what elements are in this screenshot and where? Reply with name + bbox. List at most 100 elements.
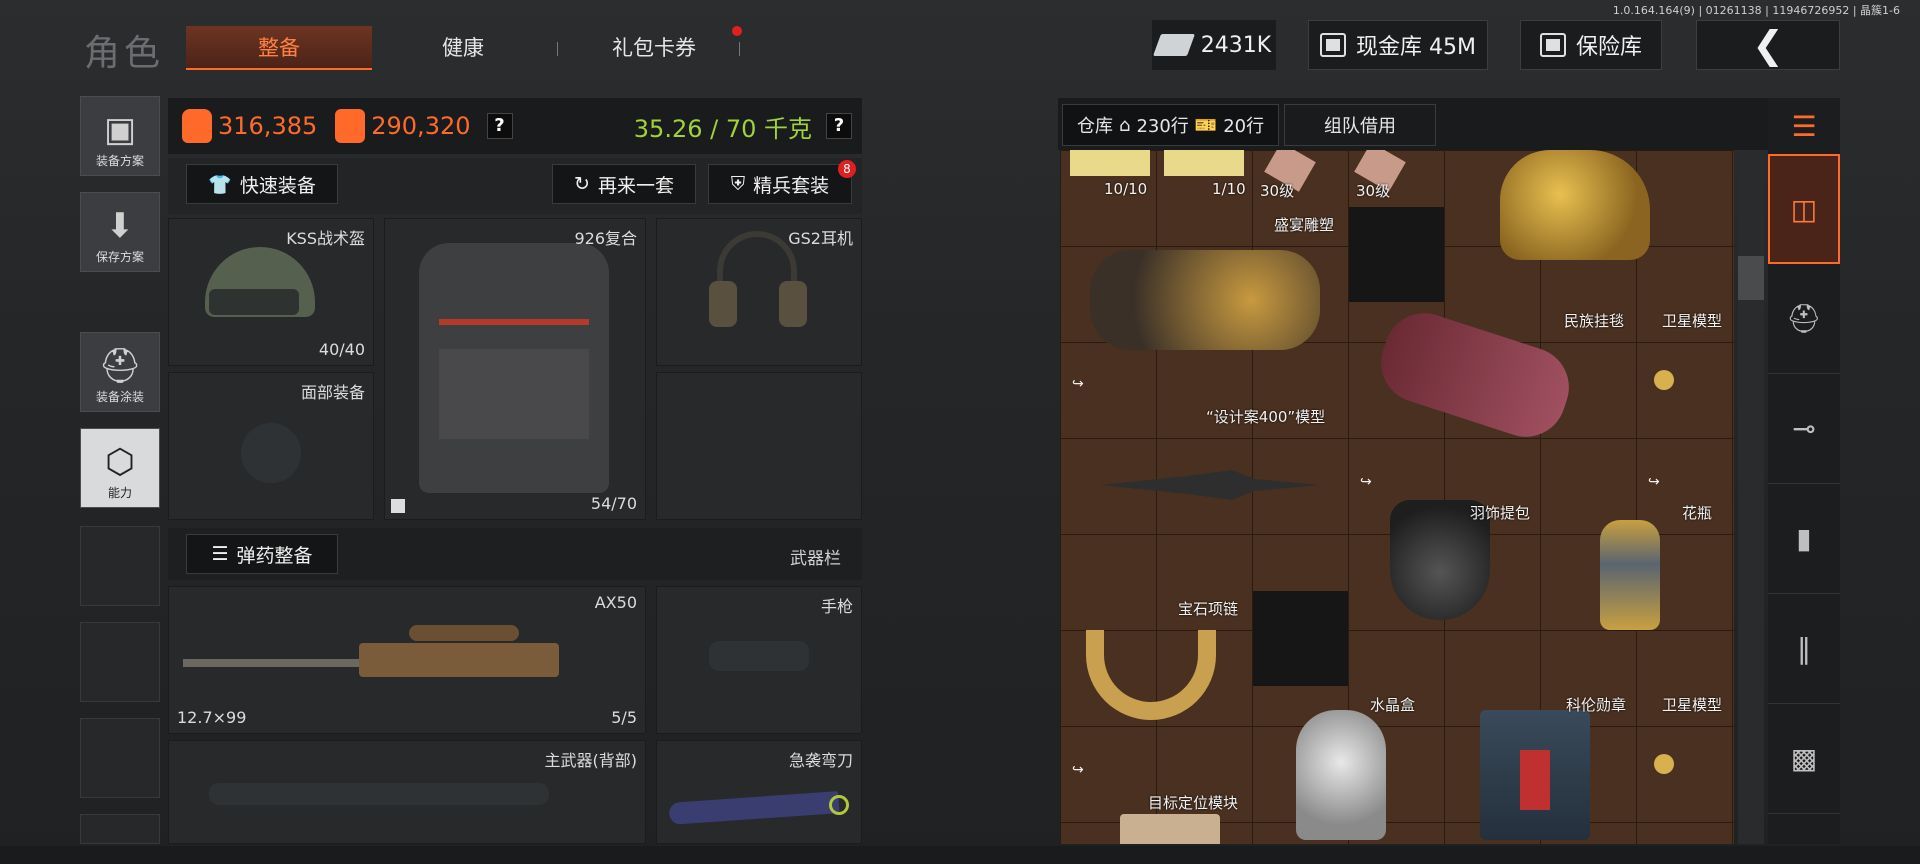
- item-name: 卫星模型: [1662, 312, 1723, 330]
- item-name: 花瓶: [1682, 504, 1713, 522]
- feast-sculpture-item[interactable]: [1090, 250, 1320, 350]
- item-count: 10/10: [1104, 180, 1148, 198]
- cash-icon: [1152, 34, 1195, 56]
- refresh-icon: ↻: [574, 173, 590, 195]
- ammo-prep-button[interactable]: ☰ 弹药整备: [186, 534, 338, 574]
- item-name: 水晶盒: [1370, 696, 1416, 714]
- sidebar-item-save[interactable]: ⬇ 保存方案: [80, 192, 160, 272]
- download-icon: ⬇: [105, 206, 135, 246]
- elite-set-button[interactable]: ⛨ 精兵套装: [708, 164, 852, 204]
- weight-text: 35.26 / 70 千克: [633, 114, 812, 143]
- vest-icon: ▣: [103, 110, 137, 150]
- cash-vault-button[interactable]: 现金库 45M: [1308, 20, 1488, 70]
- elite-set-label: 精兵套装: [753, 174, 830, 197]
- team-borrow-tab[interactable]: 组队借用: [1284, 104, 1436, 146]
- item-name: 科伦勋章: [1566, 696, 1627, 714]
- equipment-value-text: 290,320: [371, 112, 471, 140]
- helmet-paint-icon: ⛑: [98, 346, 142, 386]
- knife-image: [668, 791, 840, 825]
- notification-dot: [732, 26, 742, 36]
- sidebar-item-label: 能力: [107, 486, 132, 500]
- sidebar-item-label: 装备方案: [95, 154, 144, 168]
- item-name: 盛宴雕塑: [1274, 216, 1335, 234]
- pistol-slot[interactable]: 手枪: [656, 586, 862, 734]
- headset-name: GS2耳机: [788, 229, 853, 248]
- tab-health[interactable]: 健康: [382, 26, 544, 70]
- helmet-slot[interactable]: KSS战术盔 40/40: [168, 218, 374, 366]
- quick-equip-button[interactable]: 👕 快速装备: [186, 164, 338, 204]
- face-slot[interactable]: 面部装备: [168, 372, 374, 520]
- backpack-value-text: 316,385: [218, 112, 318, 140]
- warehouse-scroll-thumb[interactable]: [1738, 256, 1764, 300]
- cash-vault-label: 现金库 45M: [1356, 35, 1476, 60]
- item-name: “设计案400”模型: [1206, 408, 1326, 426]
- vase-item[interactable]: [1600, 520, 1660, 630]
- safe-button[interactable]: 保险库: [1520, 20, 1662, 70]
- target-module-item[interactable]: [1120, 814, 1220, 844]
- version-text: 1.0.164.164(9) | 01261138 | 11946726952 …: [1612, 4, 1900, 17]
- filter-helmet-icon[interactable]: ⛑: [1768, 264, 1840, 374]
- home-icon: ⌂: [1119, 114, 1131, 136]
- armor-name: 926复合: [574, 229, 637, 248]
- sidebar-empty-slot: [80, 718, 160, 798]
- backup-weapon-slot[interactable]: 主武器(背部): [168, 740, 646, 844]
- again-button[interactable]: ↻ 再来一套: [552, 164, 696, 204]
- ability-icon: ⬡: [105, 442, 135, 482]
- melee-slot[interactable]: 急袭弯刀: [656, 740, 862, 844]
- filter-rifle-icon[interactable]: ⊸: [1768, 374, 1840, 484]
- primary-weapon-ammo: 5/5: [611, 708, 637, 727]
- warehouse-rows: 230行: [1136, 116, 1189, 137]
- empty-cell: [1253, 591, 1348, 686]
- item-name: 目标定位模块: [1148, 794, 1239, 812]
- ticket-icon: 🎫: [1194, 114, 1218, 136]
- warehouse-extra-rows: 20行: [1223, 116, 1265, 137]
- face-name: 面部装备: [300, 383, 365, 402]
- item-name: 羽饰提包: [1470, 504, 1531, 522]
- sidebar-item-ability[interactable]: ⬡ 能力: [80, 428, 160, 508]
- headset-cup: [709, 281, 737, 327]
- item-level: 30级: [1260, 182, 1295, 200]
- vest-value-icon: [335, 109, 366, 143]
- ammo-prep-label: 弹药整备: [236, 544, 313, 567]
- sidebar-item-label: 保存方案: [95, 250, 144, 264]
- helmet-name: KSS战术盔: [286, 229, 365, 248]
- armor-pouch: [439, 349, 589, 439]
- safe-icon: [1539, 33, 1566, 57]
- headset-cup: [779, 281, 807, 327]
- value-help-button[interactable]: ?: [486, 113, 513, 139]
- tab-gift[interactable]: 礼包卡券: [574, 26, 734, 70]
- satellite-model-item[interactable]: [1654, 370, 1674, 390]
- item-name: 卫星模型: [1662, 696, 1723, 714]
- filter-magazine-icon[interactable]: ▮: [1768, 484, 1840, 594]
- sort-stack-icon[interactable]: ☰: [1768, 98, 1840, 154]
- sidebar-item-paint[interactable]: ⛑ 装备涂装: [80, 332, 160, 412]
- ammo-list-icon: ☰: [211, 543, 229, 565]
- extract-icon: ↪: [1072, 376, 1084, 392]
- satellite-model-item[interactable]: [1654, 754, 1674, 774]
- filter-attachment-icon[interactable]: ▩: [1768, 704, 1840, 814]
- lion-statue-item[interactable]: [1500, 150, 1650, 260]
- sidebar-empty-slot: [80, 814, 160, 844]
- tab-divider: [557, 42, 558, 56]
- empty-gear-slot[interactable]: [656, 372, 862, 520]
- armor-slot[interactable]: 926复合 54/70: [384, 218, 646, 520]
- warehouse-tab[interactable]: 仓库 ⌂ 230行 🎫 20行: [1062, 104, 1280, 146]
- backpack-value: 316,385: [182, 109, 317, 143]
- back-button[interactable]: ❮: [1696, 20, 1840, 70]
- crystal-box-item[interactable]: [1296, 710, 1386, 840]
- weapon-bar-label: 武器栏: [790, 549, 841, 569]
- weight-help-button[interactable]: ?: [826, 113, 852, 139]
- safe-label: 保险库: [1575, 35, 1642, 60]
- medal-ribbon: [1520, 750, 1550, 810]
- primary-weapon-slot[interactable]: AX50 12.7×99 5/5: [168, 586, 646, 734]
- cash-value: 2431K: [1200, 32, 1272, 58]
- headset-slot[interactable]: GS2耳机: [656, 218, 862, 366]
- tab-equip[interactable]: 整备: [186, 26, 372, 70]
- empty-cell: [1349, 207, 1444, 302]
- warehouse-scrollbar[interactable]: [1738, 150, 1764, 844]
- sidebar-item-loadout[interactable]: ▣ 装备方案: [80, 96, 160, 176]
- warehouse-grid[interactable]: 10/10 1/10 30级 30级 盛宴雕塑 ↪ 民族挂毯 ↪ 卫星模型 ↪ …: [1060, 150, 1734, 844]
- page-title: 角色: [84, 33, 165, 74]
- filter-ammo-icon[interactable]: ‖: [1768, 594, 1840, 704]
- filter-all-icon[interactable]: ◫: [1768, 154, 1840, 264]
